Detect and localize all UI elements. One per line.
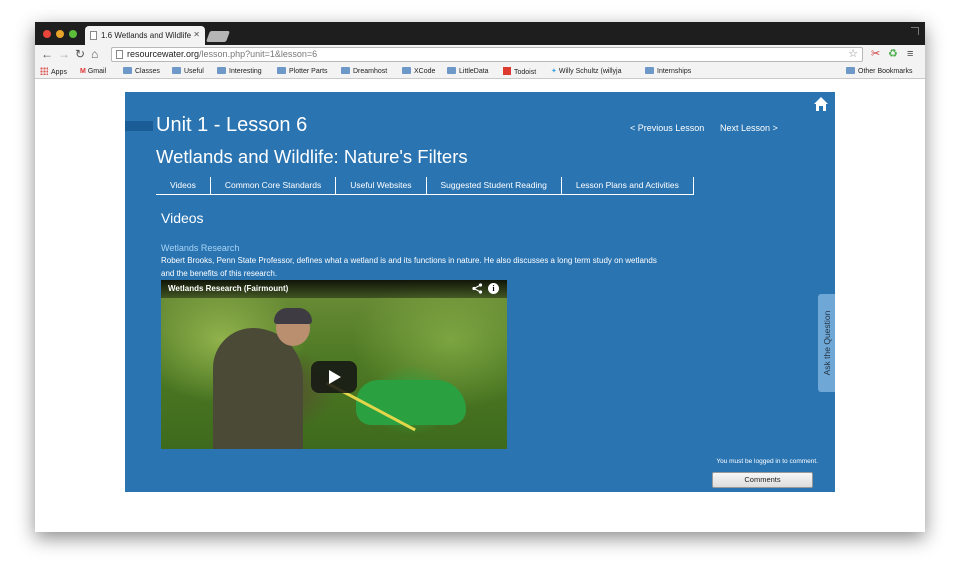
folder-icon: [846, 67, 855, 74]
section-heading: Videos: [161, 210, 204, 226]
back-arrow-icon[interactable]: ←: [41, 47, 53, 61]
page-info-icon: [116, 50, 123, 59]
info-icon[interactable]: i: [488, 283, 499, 294]
bookmark-label: Interesting: [229, 68, 262, 75]
play-button[interactable]: [311, 361, 357, 393]
apps-grid-icon: [40, 67, 48, 75]
folder-icon: [217, 67, 226, 74]
tab-videos[interactable]: Videos: [156, 177, 211, 194]
video-thumbnail-hat: [274, 308, 312, 324]
lesson-panel: Unit 1 - Lesson 6 Wetlands and Wildlife:…: [125, 92, 835, 492]
bookmark-label: Plotter Parts: [289, 68, 328, 75]
folder-icon: [123, 67, 132, 74]
video-title-link[interactable]: Wetlands Research: [161, 243, 239, 253]
bookmark-label: LittleData: [459, 68, 489, 75]
bookmark-xcode[interactable]: XCode: [402, 67, 435, 76]
folder-icon: [402, 67, 411, 74]
tab-suggested-student-reading[interactable]: Suggested Student Reading: [427, 177, 562, 194]
video-caption[interactable]: Wetlands Research (Fairmount): [168, 284, 288, 293]
gmail-icon: M: [80, 68, 86, 75]
next-lesson-link[interactable]: Next Lesson >: [720, 123, 778, 133]
bookmark-todoist[interactable]: Todoist: [503, 67, 536, 77]
url-host: resourcewater.org: [127, 49, 200, 59]
bookmark-label: Useful: [184, 68, 204, 75]
browser-tab[interactable]: 1.6 Wetlands and Wildlife ✕: [85, 26, 205, 45]
comments-button[interactable]: Comments: [712, 472, 813, 488]
bookmark-apps[interactable]: Apps: [40, 67, 67, 77]
video-thumbnail-person: [213, 328, 303, 449]
bookmark-label: Todoist: [514, 69, 537, 76]
home-browser-icon[interactable]: ⌂: [91, 47, 98, 61]
forward-arrow-icon[interactable]: →: [58, 47, 70, 61]
reload-icon[interactable]: ↻: [75, 47, 85, 61]
fullscreen-icon[interactable]: [911, 27, 919, 35]
tab-useful-websites[interactable]: Useful Websites: [336, 177, 427, 194]
bookmark-littledata[interactable]: LittleData: [447, 67, 489, 76]
video-top-bar: Wetlands Research (Fairmount) i: [161, 280, 507, 298]
video-player[interactable]: Wetlands Research (Fairmount) i: [161, 280, 507, 449]
tab-lesson-plans[interactable]: Lesson Plans and Activities: [562, 177, 694, 194]
bookmark-label: Internships: [657, 68, 692, 75]
bookmark-classes[interactable]: Classes: [123, 67, 160, 76]
bookmark-interesting[interactable]: Interesting: [217, 67, 262, 76]
bookmark-label: XCode: [414, 68, 436, 75]
bookmark-other[interactable]: Other Bookmarks: [846, 67, 912, 76]
todoist-icon: [503, 67, 511, 75]
menu-icon[interactable]: ≡: [907, 47, 913, 61]
folder-icon: [645, 67, 654, 74]
close-window-button[interactable]: [43, 30, 51, 38]
lesson-title: Wetlands and Wildlife: Nature's Filters: [156, 146, 468, 167]
bookmark-label: Classes: [135, 68, 160, 75]
minimize-window-button[interactable]: [56, 30, 64, 38]
address-bar[interactable]: resourcewater.org/lesson.php?unit=1&less…: [111, 47, 863, 62]
close-tab-icon[interactable]: ✕: [193, 30, 200, 39]
twitter-icon: ✦: [551, 68, 557, 75]
bookmark-star-icon[interactable]: ☆: [848, 48, 858, 61]
ask-question-tab[interactable]: Ask the Question: [818, 294, 835, 392]
unit-title: Unit 1 - Lesson 6: [156, 114, 308, 136]
ask-question-label: Ask the Question: [821, 310, 832, 376]
browser-toolbar: ← → ↻ ⌂ resourcewater.org/lesson.php?uni…: [35, 45, 925, 64]
tab-title: 1.6 Wetlands and Wildlife: [101, 31, 192, 40]
bookmark-gmail[interactable]: M Gmail: [80, 67, 106, 76]
video-thumbnail-bag: [356, 380, 466, 425]
folder-icon: [172, 67, 181, 74]
tab-common-core-standards[interactable]: Common Core Standards: [211, 177, 337, 194]
folder-icon: [277, 67, 286, 74]
bookmark-internships[interactable]: Internships: [645, 67, 691, 76]
bookmark-twitter[interactable]: ✦ Willy Schultz (willyja: [551, 67, 622, 76]
bookmark-label: Willy Schultz (willyja: [558, 68, 622, 75]
new-tab-button[interactable]: [205, 31, 231, 42]
page-content: Unit 1 - Lesson 6 Wetlands and Wildlife:…: [35, 80, 925, 532]
previous-lesson-link[interactable]: < Previous Lesson: [630, 123, 704, 133]
bookmark-label: Dreamhost: [353, 68, 388, 75]
share-icon[interactable]: [472, 283, 483, 294]
home-icon[interactable]: [813, 96, 829, 112]
bookmark-dreamhost[interactable]: Dreamhost: [341, 67, 387, 76]
lesson-tabs: Videos Common Core Standards Useful Webs…: [156, 177, 694, 195]
video-description: Robert Brooks, Penn State Professor, def…: [161, 256, 657, 278]
zoom-window-button[interactable]: [69, 30, 77, 38]
bookmark-useful[interactable]: Useful: [172, 67, 204, 76]
url-path: /lesson.php?unit=1&lesson=6: [199, 49, 318, 59]
bookmark-label: Other Bookmarks: [858, 68, 913, 75]
page-icon: [90, 31, 97, 40]
login-note: You must be logged in to comment.: [716, 458, 818, 465]
bookmark-label: Apps: [51, 69, 67, 76]
browser-window: 1.6 Wetlands and Wildlife ✕ ← → ↻ ⌂ reso…: [35, 22, 925, 532]
recycle-icon[interactable]: ♻: [888, 47, 898, 61]
extension-icon[interactable]: ✂: [871, 47, 880, 61]
bookmarks-bar: Apps M Gmail Classes Useful Interesting P…: [35, 64, 925, 79]
folder-icon: [447, 67, 456, 74]
bookmark-label: Gmail: [87, 68, 107, 75]
title-accent-bar: [125, 121, 153, 131]
bookmark-plotter-parts[interactable]: Plotter Parts: [277, 67, 328, 76]
folder-icon: [341, 67, 350, 74]
title-bar: 1.6 Wetlands and Wildlife ✕: [35, 22, 925, 45]
